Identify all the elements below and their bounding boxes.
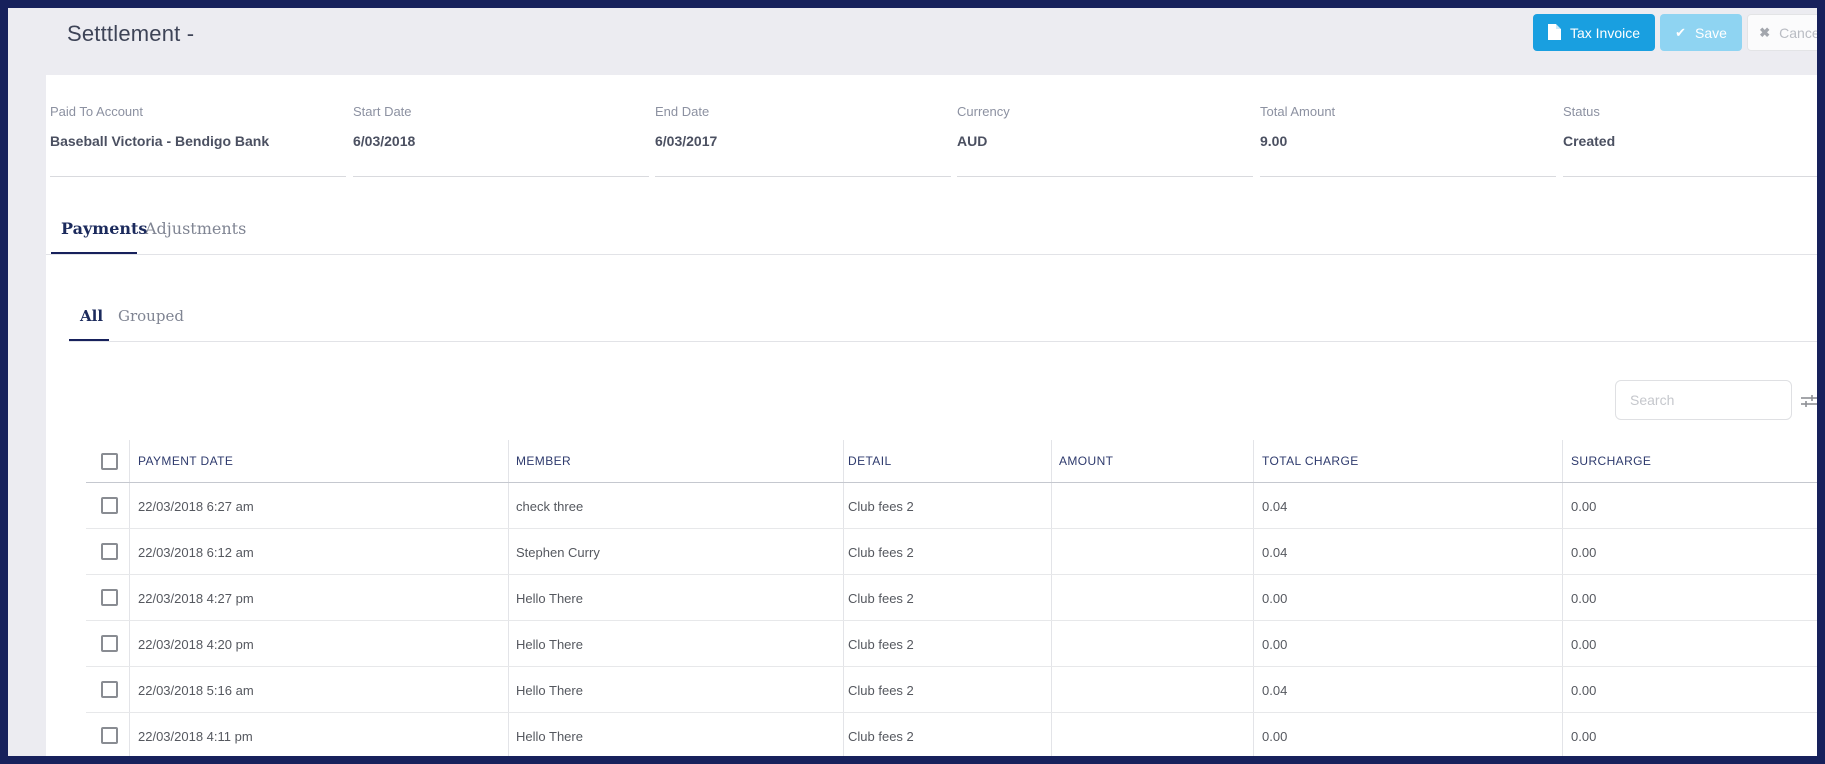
cell-payment-date: 22/03/2018 6:27 am xyxy=(138,499,254,514)
row-checkbox[interactable] xyxy=(101,543,118,560)
cell-member: Hello There xyxy=(516,729,583,744)
cancel-label: Cancel xyxy=(1779,24,1823,41)
col-detail[interactable]: DETAIL xyxy=(848,454,892,468)
table-row[interactable]: 22/03/2018 6:27 am check three Club fees… xyxy=(86,483,1817,529)
cell-member: Hello There xyxy=(516,637,583,652)
cell-payment-date: 22/03/2018 5:16 am xyxy=(138,683,254,698)
cell-member: Stephen Curry xyxy=(516,545,600,560)
table-row[interactable]: 22/03/2018 4:20 pm Hello There Club fees… xyxy=(86,621,1817,667)
table-row[interactable]: 22/03/2018 4:11 pm Hello There Club fees… xyxy=(86,713,1817,756)
page-title: Setttlement - xyxy=(67,21,195,46)
cell-detail: Club fees 2 xyxy=(848,499,914,514)
tab-payments[interactable]: Payments xyxy=(61,219,147,238)
cell-total-charge: 0.00 xyxy=(1262,637,1288,652)
settlement-card: Paid To Account Baseball Victoria - Bend… xyxy=(46,75,1817,756)
col-total-charge[interactable]: TOTAL CHARGE xyxy=(1262,454,1359,468)
subtab-all[interactable]: All xyxy=(80,307,103,325)
tab-adjustments[interactable]: Adjustments xyxy=(145,219,246,238)
tabs-divider xyxy=(46,254,1817,255)
field-label: Start Date xyxy=(353,104,412,119)
field-value: 6/03/2017 xyxy=(655,133,718,149)
cell-member: Hello There xyxy=(516,683,583,698)
field-underline xyxy=(1260,176,1556,177)
cell-detail: Club fees 2 xyxy=(848,591,914,606)
col-member[interactable]: MEMBER xyxy=(516,454,571,468)
field-value: Baseball Victoria - Bendigo Bank xyxy=(50,133,270,149)
search-input[interactable] xyxy=(1615,380,1792,420)
status-value: Created xyxy=(1563,133,1616,149)
field-status: Status Created xyxy=(1563,104,1817,177)
cell-member: Hello There xyxy=(516,591,583,606)
cell-payment-date: 22/03/2018 4:11 pm xyxy=(138,729,253,744)
cell-member: check three xyxy=(516,499,584,514)
cell-surcharge: 0.00 xyxy=(1571,591,1597,606)
field-underline xyxy=(1563,176,1817,177)
cell-detail: Club fees 2 xyxy=(848,545,914,560)
row-checkbox[interactable] xyxy=(101,681,118,698)
row-checkbox[interactable] xyxy=(101,589,118,606)
cell-payment-date: 22/03/2018 4:20 pm xyxy=(138,637,254,652)
filter-sliders-icon[interactable] xyxy=(1800,392,1817,410)
payments-table: PAYMENT DATE MEMBER DETAIL AMOUNT TOTAL … xyxy=(86,440,1817,756)
subtabs-divider xyxy=(69,341,1817,342)
tax-invoice-button[interactable]: Tax Invoice xyxy=(1533,14,1655,51)
cell-detail: Club fees 2 xyxy=(848,729,914,744)
field-label: Status xyxy=(1563,104,1600,119)
field-underline xyxy=(957,176,1253,177)
table-row[interactable]: 22/03/2018 5:16 am Hello There Club fees… xyxy=(86,667,1817,713)
cell-surcharge: 0.00 xyxy=(1571,545,1597,560)
save-label: Save xyxy=(1694,24,1727,41)
col-surcharge[interactable]: SURCHARGE xyxy=(1571,454,1651,468)
subtab-grouped[interactable]: Grouped xyxy=(118,307,184,325)
cell-total-charge: 0.00 xyxy=(1262,729,1288,744)
tax-invoice-label: Tax Invoice xyxy=(1569,24,1641,41)
cell-payment-date: 22/03/2018 4:27 pm xyxy=(138,591,254,606)
cell-detail: Club fees 2 xyxy=(848,683,914,698)
row-checkbox[interactable] xyxy=(101,497,118,514)
field-value: AUD xyxy=(957,133,988,149)
field-currency: Currency AUD xyxy=(957,104,1253,177)
field-start-date: Start Date 6/03/2018 xyxy=(353,104,649,177)
field-label: End Date xyxy=(655,104,710,119)
cell-surcharge: 0.00 xyxy=(1571,499,1597,514)
save-button[interactable]: ✔ Save xyxy=(1660,14,1742,51)
cell-total-charge: 0.04 xyxy=(1262,683,1288,698)
cell-total-charge: 0.04 xyxy=(1262,499,1288,514)
col-amount[interactable]: AMOUNT xyxy=(1059,454,1113,468)
cell-detail: Club fees 2 xyxy=(848,637,914,652)
cell-total-charge: 0.00 xyxy=(1262,591,1288,606)
field-value: 9.00 xyxy=(1260,133,1288,149)
field-label: Total Amount xyxy=(1260,104,1336,119)
field-total-amount: Total Amount 9.00 xyxy=(1260,104,1556,177)
document-icon xyxy=(1547,23,1561,42)
cell-total-charge: 0.04 xyxy=(1262,545,1288,560)
field-end-date: End Date 6/03/2017 xyxy=(655,104,951,177)
row-checkbox[interactable] xyxy=(101,727,118,744)
cell-surcharge: 0.00 xyxy=(1571,637,1597,652)
table-row[interactable]: 22/03/2018 6:12 am Stephen Curry Club fe… xyxy=(86,529,1817,575)
field-underline xyxy=(655,176,951,177)
cancel-button[interactable]: ✖ Cancel xyxy=(1747,14,1823,51)
table-header: PAYMENT DATE MEMBER DETAIL AMOUNT TOTAL … xyxy=(86,440,1817,483)
row-checkbox[interactable] xyxy=(101,635,118,652)
field-underline xyxy=(353,176,649,177)
cell-surcharge: 0.00 xyxy=(1571,729,1597,744)
cell-surcharge: 0.00 xyxy=(1571,683,1597,698)
settlement-page: Setttlement - Tax Invoice ✔ Save ✖ Cance… xyxy=(0,0,1825,764)
col-payment-date[interactable]: PAYMENT DATE xyxy=(138,454,233,468)
select-all-checkbox[interactable] xyxy=(101,453,118,470)
cell-payment-date: 22/03/2018 6:12 am xyxy=(138,545,254,560)
field-label: Currency xyxy=(957,104,1010,119)
field-underline xyxy=(50,176,346,177)
field-paid-to-account: Paid To Account Baseball Victoria - Bend… xyxy=(50,104,346,177)
check-icon: ✔ xyxy=(1675,25,1686,40)
field-label: Paid To Account xyxy=(50,104,143,119)
table-row[interactable]: 22/03/2018 4:27 pm Hello There Club fees… xyxy=(86,575,1817,621)
x-icon: ✖ xyxy=(1759,25,1771,40)
field-value: 6/03/2018 xyxy=(353,133,416,149)
